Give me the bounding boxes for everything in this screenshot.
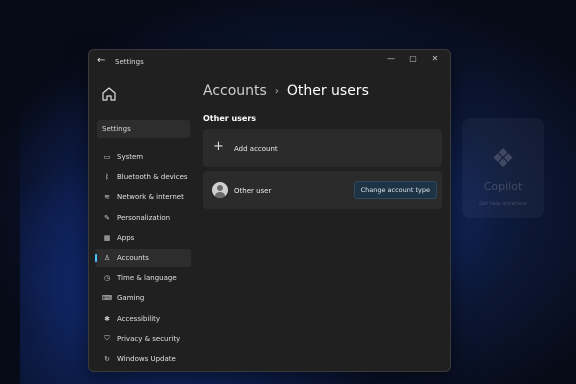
sidebar-item-network-internet[interactable]: ≋ Network & internet (95, 188, 191, 206)
sidebar-item-label: Accounts (117, 253, 149, 262)
sidebar-item-gaming[interactable]: ⌨ Gaming (95, 289, 191, 307)
sidebar-item-apps[interactable]: ▦ Apps (95, 229, 191, 247)
apps-icon: ▦ (103, 233, 111, 242)
sidebar-item-accessibility[interactable]: ✱ Accessibility (95, 310, 191, 328)
page-title: Other users (286, 83, 369, 99)
other-user-card[interactable]: Other user Change account type (203, 171, 442, 209)
breadcrumb: Accounts › Other users (203, 83, 369, 99)
other-user-label: Other user (234, 187, 272, 195)
person-icon: ♙ (103, 253, 111, 262)
window-controls: — ▢ ✕ (380, 54, 446, 63)
shield-icon: ⛉ (104, 334, 110, 343)
window-title: Settings (115, 58, 144, 66)
plus-icon: + (213, 139, 224, 154)
sidebar-item-label: Gaming (117, 294, 145, 303)
copilot-name: Copilot (483, 180, 523, 193)
monitor-icon: ▭ (103, 153, 111, 161)
add-account-card[interactable]: + Add account (203, 129, 442, 167)
sidebar-item-time-language[interactable]: ◷ Time & language (95, 269, 191, 287)
clock-icon: ◷ (103, 274, 111, 283)
sidebar-item-label: Accessibility (117, 314, 161, 323)
sidebar-item-label: Windows Update (117, 354, 176, 363)
sidebar-item-label: Time & language (117, 274, 177, 283)
copilot-icon: ❖ (491, 144, 515, 174)
sidebar-item-label: Apps (117, 233, 135, 242)
update-icon: ↻ (104, 354, 110, 363)
sidebar-item-label: Bluetooth & devices (117, 173, 188, 182)
accessibility-icon: ✱ (104, 314, 110, 323)
sidebar-item-privacy-security[interactable]: ⛉ Privacy & security (95, 330, 191, 348)
sidebar-nav: ▭ System ᛒ Bluetooth & devices ≋ Network & in… (95, 148, 191, 370)
sidebar-item-personalization[interactable]: ✎ Personalization (95, 209, 191, 227)
maximize-icon[interactable]: ▢ (402, 54, 424, 63)
wifi-icon: ≋ (104, 193, 110, 202)
home-icon[interactable] (101, 86, 117, 102)
settings-search-input[interactable]: Settings (97, 120, 190, 138)
sidebar-item-system[interactable]: ▭ System (95, 148, 191, 166)
change-account-type-button[interactable]: Change account type (353, 181, 437, 199)
breadcrumb-accounts[interactable]: Accounts (203, 83, 267, 99)
back-arrow-icon[interactable]: ← (97, 55, 105, 66)
add-account-label: Add account (234, 145, 278, 153)
gamepad-icon: ⌨ (101, 294, 113, 303)
title-bar[interactable]: ← Settings — ▢ ✕ (89, 50, 450, 76)
sidebar-item-label: Network & internet (117, 193, 184, 202)
copilot-subtitle: Get help anywhere (479, 201, 527, 207)
chevron-right-icon: › (274, 85, 279, 97)
sidebar-item-label: Personalization (117, 213, 171, 222)
copilot-widget: ❖ Copilot Get help anywhere (462, 118, 544, 218)
close-icon[interactable]: ✕ (424, 54, 446, 63)
bluetooth-icon: ᛒ (104, 173, 110, 182)
sidebar-item-windows-update[interactable]: ↻ Windows Update (95, 350, 191, 368)
brush-icon: ✎ (104, 213, 110, 222)
section-heading: Other users (203, 114, 257, 123)
sidebar-item-bluetooth-devices[interactable]: ᛒ Bluetooth & devices (95, 168, 191, 186)
user-avatar-icon (212, 182, 228, 198)
settings-window: ← Settings — ▢ ✕ Settings ▭ System ᛒ Blueto… (88, 49, 451, 372)
sidebar-item-accounts[interactable]: ♙ Accounts (95, 248, 191, 267)
sidebar-item-label: System (117, 153, 144, 161)
sidebar-item-label: Privacy & security (117, 334, 181, 343)
minimize-icon[interactable]: — (380, 54, 402, 63)
